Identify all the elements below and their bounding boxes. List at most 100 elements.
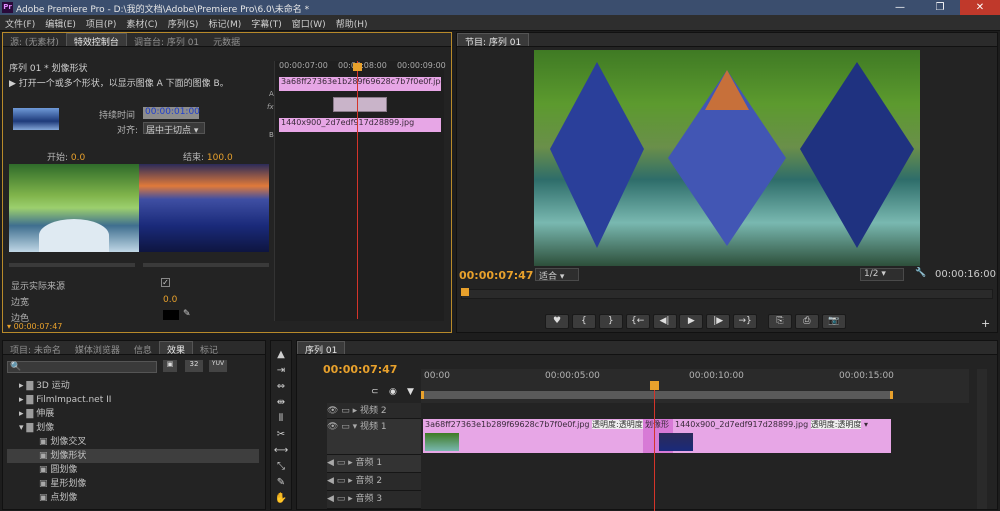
work-area-bar[interactable] bbox=[421, 391, 893, 399]
menu-project[interactable]: 项目(P) bbox=[81, 15, 121, 30]
eyedropper-icon[interactable]: ✎ bbox=[183, 309, 191, 319]
tree-effect-iris-shapes[interactable]: ▣ 划像形状 bbox=[7, 449, 259, 463]
slide-tool-icon[interactable]: ⤡ bbox=[273, 459, 289, 474]
accelerated-filter-icon[interactable]: ▣ bbox=[163, 360, 177, 372]
tab-markers[interactable]: 标记 bbox=[193, 342, 225, 354]
32bit-filter-badge[interactable]: 32 bbox=[185, 360, 203, 372]
tree-folder-filmimpact[interactable]: ▸ ▇ FilmImpact.net II bbox=[7, 393, 259, 407]
resolution-dropdown[interactable]: 1/2 ▾ bbox=[860, 268, 904, 281]
menu-title[interactable]: 字幕(T) bbox=[246, 15, 287, 30]
track-a-clip[interactable]: 3a68ff27363e1b289f69628c7b7f0e0f.jpg bbox=[279, 77, 441, 91]
tools-panel: ▲ ⇥ ⇔ ⇹ ⫴ ✂ ⟷ ⤡ ✎ ✋ bbox=[270, 340, 292, 510]
hand-tool-icon[interactable]: ✋ bbox=[273, 491, 289, 506]
play-button[interactable]: ▶ bbox=[679, 314, 704, 329]
menu-window[interactable]: 窗口(W) bbox=[287, 15, 331, 30]
timeline-panel: 序列 01 00:00:07:47 ⊂ ◉ ▼ 00:00 00:00:05:0… bbox=[296, 340, 998, 511]
start-value[interactable]: 0.0 bbox=[71, 153, 85, 163]
program-timecode[interactable]: 00:00:07:47 bbox=[459, 269, 533, 282]
tab-effect-controls[interactable]: 特效控制台 bbox=[65, 33, 127, 46]
track-a-label: A bbox=[269, 90, 274, 98]
track-select-tool-icon[interactable]: ⇥ bbox=[273, 363, 289, 378]
tree-effect-iris-cross[interactable]: ▣ 划像交叉 bbox=[7, 435, 259, 449]
timeline-playhead-handle[interactable] bbox=[650, 381, 659, 390]
menu-sequence[interactable]: 序列(S) bbox=[163, 15, 204, 30]
timeline-scrollbar[interactable] bbox=[977, 369, 987, 509]
end-value[interactable]: 100.0 bbox=[207, 153, 233, 163]
show-actual-checkbox[interactable]: ✓ bbox=[161, 278, 170, 287]
add-marker-icon[interactable]: ▼ bbox=[407, 387, 414, 397]
mini-playhead-handle[interactable] bbox=[353, 63, 362, 71]
tab-info[interactable]: 信息 bbox=[127, 342, 159, 354]
pen-tool-icon[interactable]: ✎ bbox=[273, 475, 289, 490]
step-back-button[interactable]: ◀| bbox=[652, 314, 677, 329]
add-button-icon[interactable]: + bbox=[981, 317, 990, 330]
timeline-clip-1[interactable]: 3a68ff27363e1b289f69628c7b7f0e0f.jpg 透明度… bbox=[423, 419, 657, 453]
mark-out-button[interactable]: } bbox=[598, 314, 623, 329]
timeline-playhead[interactable] bbox=[654, 381, 655, 511]
snap-icon[interactable]: ⊂ bbox=[371, 387, 379, 397]
reflection-shape bbox=[39, 219, 109, 252]
start-slider[interactable] bbox=[9, 263, 135, 267]
rate-stretch-tool-icon[interactable]: ⫴ bbox=[273, 411, 289, 426]
timeline-ruler[interactable]: 00:00 00:00:05:00 00:00:10:00 00:00:15:0… bbox=[421, 369, 969, 403]
yuv-filter-badge[interactable]: YUV bbox=[209, 360, 227, 372]
timeline-tabs: 序列 01 bbox=[297, 341, 997, 355]
duration-field[interactable]: 00:00:01:00 bbox=[143, 107, 200, 119]
tree-effect-iris-star[interactable]: ▣ 星形划像 bbox=[7, 477, 259, 491]
tab-media-browser[interactable]: 媒体浏览器 bbox=[68, 342, 127, 354]
step-forward-button[interactable]: |▶ bbox=[706, 314, 731, 329]
marker-icon[interactable]: ◉ bbox=[389, 387, 397, 397]
menu-marker[interactable]: 标记(M) bbox=[203, 15, 246, 30]
timeline-clip-2[interactable]: 1440x900_2d7edf917d28899.jpg 透明度:透明度 ▾ bbox=[659, 419, 891, 453]
mini-playhead[interactable] bbox=[357, 61, 358, 319]
menu-file[interactable]: 文件(F) bbox=[0, 15, 40, 30]
tree-folder-iris[interactable]: ▾ ▇ 划像 bbox=[7, 421, 259, 435]
tree-folder-3d-motion[interactable]: ▸ ▇ 3D 运动 bbox=[7, 379, 259, 393]
track-b-clip[interactable]: 1440x900_2d7edf917d28899.jpg bbox=[279, 118, 441, 132]
program-monitor-panel: 节目: 序列 01 00:00:07:47 适合 ▾ 1/2 ▾ 🔧 00:00… bbox=[456, 32, 998, 333]
tree-effect-iris-points[interactable]: ▣ 点划像 bbox=[7, 491, 259, 505]
mark-in-button[interactable]: { bbox=[571, 314, 596, 329]
program-playhead-handle[interactable] bbox=[461, 288, 469, 296]
rolling-edit-tool-icon[interactable]: ⇹ bbox=[273, 395, 289, 410]
program-scrubber[interactable] bbox=[461, 289, 993, 299]
track-header-video1: 👁 ▭ ▾ 视频 1 bbox=[327, 419, 421, 455]
wrench-icon[interactable]: 🔧 bbox=[915, 268, 926, 278]
timeline-timecode[interactable]: 00:00:07:47 bbox=[323, 363, 397, 376]
tab-sequence-01[interactable]: 序列 01 bbox=[297, 341, 346, 354]
tab-program[interactable]: 节目: 序列 01 bbox=[457, 33, 530, 46]
go-to-out-button[interactable]: →} bbox=[733, 314, 758, 329]
border-color-swatch[interactable] bbox=[163, 310, 179, 320]
menu-edit[interactable]: 编辑(E) bbox=[40, 15, 81, 30]
selection-tool-icon[interactable]: ▲ bbox=[273, 347, 289, 362]
border-width-value[interactable]: 0.0 bbox=[163, 295, 177, 305]
tab-project[interactable]: 项目: 未命名 bbox=[3, 342, 68, 354]
align-dropdown[interactable]: 居中于切点 ▾ bbox=[143, 122, 205, 136]
minimize-button[interactable]: — bbox=[880, 0, 920, 15]
close-button[interactable]: ✕ bbox=[960, 0, 1000, 15]
maximize-button[interactable]: ❐ bbox=[920, 0, 960, 15]
menu-help[interactable]: 帮助(H) bbox=[331, 15, 373, 30]
add-marker-button[interactable]: ♥ bbox=[545, 314, 569, 329]
extract-button[interactable]: ⎙ bbox=[794, 314, 819, 329]
transition-block[interactable] bbox=[333, 97, 387, 112]
clip-1-thumbnail bbox=[425, 433, 459, 451]
tree-folder-stretch[interactable]: ▸ ▇ 伸展 bbox=[7, 407, 259, 421]
end-slider[interactable] bbox=[143, 263, 269, 267]
fit-dropdown[interactable]: 适合 ▾ bbox=[535, 268, 579, 282]
tab-audio-mixer[interactable]: 调音台: 序列 01 bbox=[127, 34, 206, 46]
lift-button[interactable]: ⎘ bbox=[768, 314, 792, 329]
razor-tool-icon[interactable]: ✂ bbox=[273, 427, 289, 442]
tab-metadata[interactable]: 元数据 bbox=[206, 34, 247, 46]
effect-description: ▶ 打开一个或多个形状，以显示图像 A 下面的图像 B。 bbox=[9, 79, 229, 89]
tree-effect-iris-round[interactable]: ▣ 圆划像 bbox=[7, 463, 259, 477]
export-frame-button[interactable]: 📷 bbox=[821, 314, 846, 329]
menu-clip[interactable]: 素材(C) bbox=[121, 15, 162, 30]
ripple-edit-tool-icon[interactable]: ⇔ bbox=[273, 379, 289, 394]
tab-effects[interactable]: 效果 bbox=[158, 341, 193, 354]
go-to-in-button[interactable]: {← bbox=[625, 314, 650, 329]
slip-tool-icon[interactable]: ⟷ bbox=[273, 443, 289, 458]
tab-source[interactable]: 源: (无素材) bbox=[3, 34, 66, 46]
effects-search-input[interactable]: 🔍 bbox=[7, 361, 157, 373]
start-preview-image bbox=[9, 164, 139, 252]
